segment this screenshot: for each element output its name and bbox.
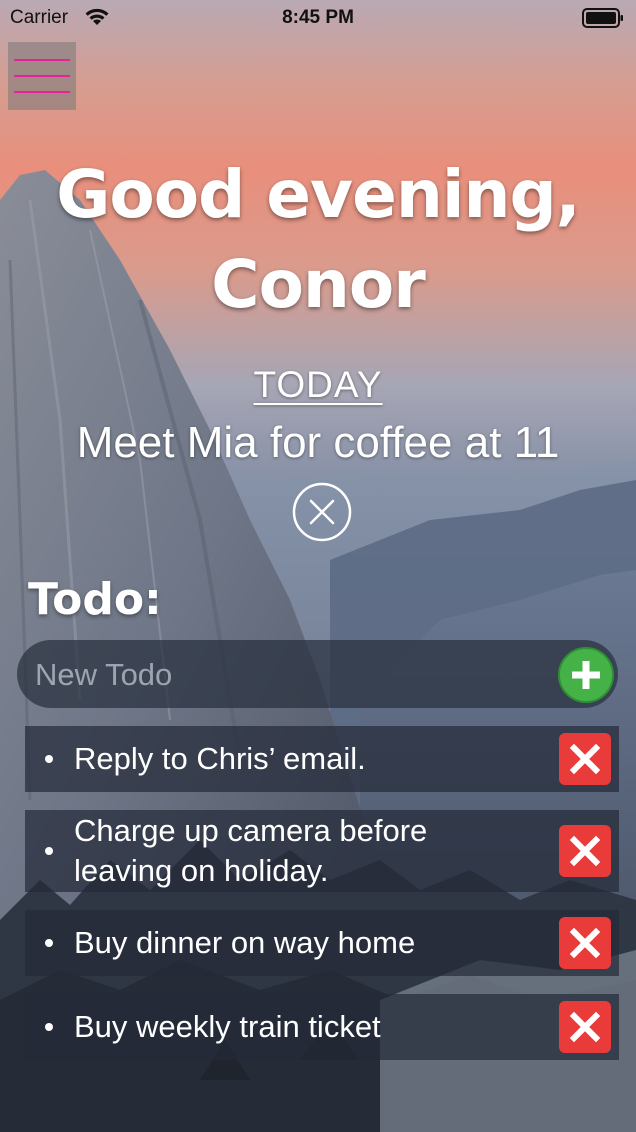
delete-todo-button[interactable] xyxy=(559,733,611,785)
bullet-icon xyxy=(45,939,53,947)
close-circle-icon xyxy=(292,482,352,542)
todo-item-text: Charge up camera before leaving on holid… xyxy=(74,813,428,888)
add-todo-button[interactable] xyxy=(558,647,614,703)
todo-item-text: Buy dinner on way home xyxy=(74,925,416,960)
new-todo-input[interactable] xyxy=(33,650,537,700)
menu-button[interactable] xyxy=(8,42,76,110)
todo-heading: Todo: xyxy=(28,574,162,625)
todo-item-text: Reply to Chris’ email. xyxy=(74,741,366,776)
clear-today-button[interactable] xyxy=(292,482,352,542)
x-icon xyxy=(569,927,601,959)
delete-todo-button[interactable] xyxy=(559,1001,611,1053)
greeting-name: Conor xyxy=(211,246,426,323)
plus-icon xyxy=(572,661,600,689)
todo-item: Reply to Chris’ email. xyxy=(25,726,619,792)
status-bar: Carrier 8:45 PM xyxy=(0,0,636,36)
x-icon xyxy=(569,835,601,867)
battery-icon xyxy=(582,8,623,28)
status-time: 8:45 PM xyxy=(282,7,354,28)
today-label: TODAY xyxy=(253,364,383,405)
greeting-line: Good evening, xyxy=(56,156,581,233)
x-icon xyxy=(569,1011,601,1043)
todo-item: Buy dinner on way home xyxy=(25,910,619,976)
bullet-icon xyxy=(45,1023,53,1031)
greeting-heading: Good evening, Conor xyxy=(0,150,636,330)
delete-todo-button[interactable] xyxy=(559,825,611,877)
x-icon xyxy=(569,743,601,775)
todo-item: Charge up camera before leaving on holid… xyxy=(25,810,619,892)
bullet-icon xyxy=(45,755,53,763)
new-todo-bar xyxy=(17,640,618,708)
todo-item-text: Buy weekly train ticket xyxy=(74,1009,381,1044)
today-task: Meet Mia for coffee at 11 xyxy=(76,418,560,467)
todo-item: Buy weekly train ticket xyxy=(25,994,619,1060)
bullet-icon xyxy=(45,847,53,855)
delete-todo-button[interactable] xyxy=(559,917,611,969)
